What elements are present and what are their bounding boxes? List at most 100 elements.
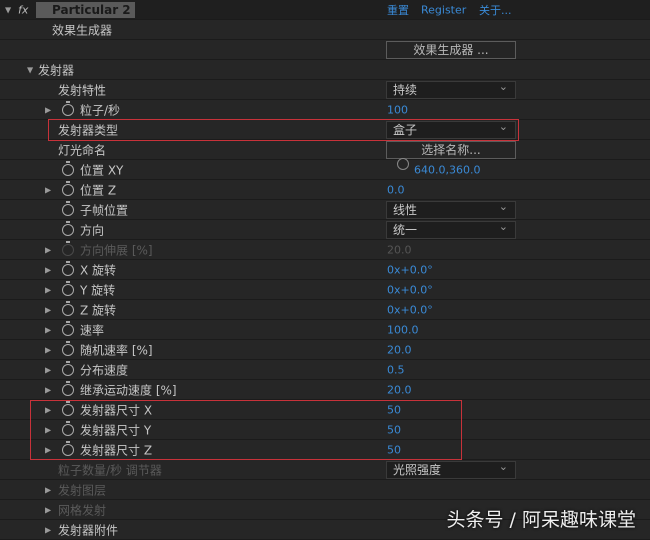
property-label: 发射器尺寸 X [80,403,153,417]
stopwatch-icon[interactable] [62,300,74,316]
property-row: ▶ 速率 100.0 [0,320,650,340]
expand-arrow-icon[interactable]: ▶ [45,325,51,334]
property-value[interactable]: 0x+0.0° [387,263,433,276]
property-row: ▶ 方向伸展 [%] 20.0 [0,240,650,260]
property-label: 灯光命名 [58,143,107,157]
property-label: Z 旋转 [80,303,117,317]
property-value[interactable]: 0x+0.0° [387,303,433,316]
property-dropdown[interactable]: 盒子 [386,119,516,139]
effect-header-row: ▼ fx Particular 2 重置 Register 关于... [0,0,650,20]
property-row: ▶ 发射图层 [0,480,650,500]
property-value[interactable]: 50 [387,423,401,436]
property-dropdown[interactable]: 线性 [386,199,516,219]
expand-arrow-icon[interactable]: ▶ [45,265,51,274]
property-value[interactable]: 0.0 [387,183,405,196]
property-label: 发射器附件 [58,523,119,537]
collapse-arrow-icon[interactable]: ▼ [27,65,33,74]
expand-arrow-icon[interactable]: ▶ [45,105,51,114]
expand-arrow-icon[interactable]: ▶ [45,245,51,254]
property-label: 子帧位置 [80,203,129,217]
property-value[interactable]: 20.0 [387,243,412,256]
property-label: 发射特性 [58,83,107,97]
property-value[interactable]: 100 [387,103,408,116]
stopwatch-icon[interactable] [62,440,74,456]
expand-arrow-icon[interactable]: ▶ [45,285,51,294]
property-value[interactable]: 20.0 [387,383,412,396]
register-link[interactable]: Register [421,3,466,16]
property-value[interactable]: 640.0,360.0 [414,163,480,176]
expand-arrow-icon[interactable]: ▶ [45,385,51,394]
property-label: Y 旋转 [80,283,116,297]
stopwatch-icon[interactable] [62,160,74,176]
stopwatch-icon[interactable] [62,200,74,216]
property-value[interactable]: 0x+0.0° [387,283,433,296]
property-label: 发射器类型 [58,123,119,137]
property-row: 位置 XY 640.0,360.0 [0,158,650,180]
stopwatch-icon[interactable] [62,260,74,276]
property-label: X 旋转 [80,263,117,277]
expand-arrow-icon[interactable]: ▶ [45,405,51,414]
stopwatch-icon[interactable] [62,220,74,236]
expand-arrow-icon[interactable]: ▶ [45,445,51,454]
stopwatch-icon[interactable] [62,340,74,356]
property-row: ▼ 发射器 [0,60,650,80]
property-row: ▶ Z 旋转 0x+0.0° [0,300,650,320]
property-row: ▶ 继承运动速度 [%] 20.0 [0,380,650,400]
property-button[interactable]: 效果生成器 ... [386,40,516,59]
property-row: 粒子数量/秒 调节器 光照强度 [0,459,650,480]
expand-arrow-icon[interactable]: ▶ [45,485,51,494]
stopwatch-icon[interactable] [62,100,74,116]
collapse-arrow-icon[interactable]: ▼ [5,5,11,14]
expand-arrow-icon[interactable]: ▶ [45,525,51,534]
property-value[interactable]: 100.0 [387,323,419,336]
stopwatch-icon[interactable] [62,320,74,336]
property-row: 效果生成器 ... [0,40,650,60]
property-label: 继承运动速度 [%] [80,383,177,397]
property-row: ▶ 位置 Z 0.0 [0,180,650,200]
property-row: 发射特性 持续 [0,79,650,100]
property-label: 网格发射 [58,503,107,517]
property-value[interactable]: 50 [387,403,401,416]
property-value[interactable]: 50 [387,443,401,456]
stopwatch-icon[interactable] [62,420,74,436]
about-link[interactable]: 关于... [479,2,512,18]
expand-arrow-icon[interactable]: ▶ [45,425,51,434]
expand-arrow-icon[interactable]: ▶ [45,185,51,194]
property-label: 粒子/秒 [80,103,121,117]
property-value[interactable]: 20.0 [387,343,412,356]
property-label: 位置 XY [80,163,124,177]
watermark: 头条号 / 阿呆趣味课堂 [446,509,636,531]
property-label: 方向伸展 [%] [80,243,153,257]
property-row: 方向 统一 [0,219,650,240]
reset-link[interactable]: 重置 [387,2,409,18]
property-row: ▶ 发射器尺寸 Z 50 [0,440,650,460]
property-dropdown[interactable]: 持续 [386,79,516,99]
property-button[interactable]: 选择名称... [386,140,516,159]
effect-controls-panel: ▼ fx Particular 2 重置 Register 关于... 效果生成… [0,0,650,540]
property-row: ▶ 随机速率 [%] 20.0 [0,340,650,360]
expand-arrow-icon[interactable]: ▶ [45,345,51,354]
expand-arrow-icon[interactable]: ▶ [45,305,51,314]
stopwatch-icon[interactable] [62,240,74,256]
property-label: 效果生成器 [52,23,113,37]
property-value[interactable]: 0.5 [387,363,405,376]
property-label: 方向 [80,223,105,237]
property-row: ▶ 分布速度 0.5 [0,360,650,380]
stopwatch-icon[interactable] [62,280,74,296]
effect-name[interactable]: Particular 2 [36,1,135,18]
stopwatch-icon[interactable] [62,180,74,196]
property-row: ▶ 发射器尺寸 X 50 [0,400,650,420]
expand-arrow-icon[interactable]: ▶ [45,505,51,514]
expand-arrow-icon[interactable]: ▶ [45,365,51,374]
property-row: 效果生成器 [0,20,650,40]
property-row: 灯光命名 选择名称... [0,140,650,160]
crosshair-target-icon[interactable] [397,158,409,170]
stopwatch-icon[interactable] [62,380,74,396]
property-dropdown[interactable]: 统一 [386,219,516,239]
property-dropdown[interactable]: 光照强度 [386,459,516,479]
property-row: 子帧位置 线性 [0,199,650,220]
stopwatch-icon[interactable] [62,360,74,376]
property-row: ▶ 粒子/秒 100 [0,100,650,120]
fx-toggle[interactable]: fx [18,3,28,16]
stopwatch-icon[interactable] [62,400,74,416]
